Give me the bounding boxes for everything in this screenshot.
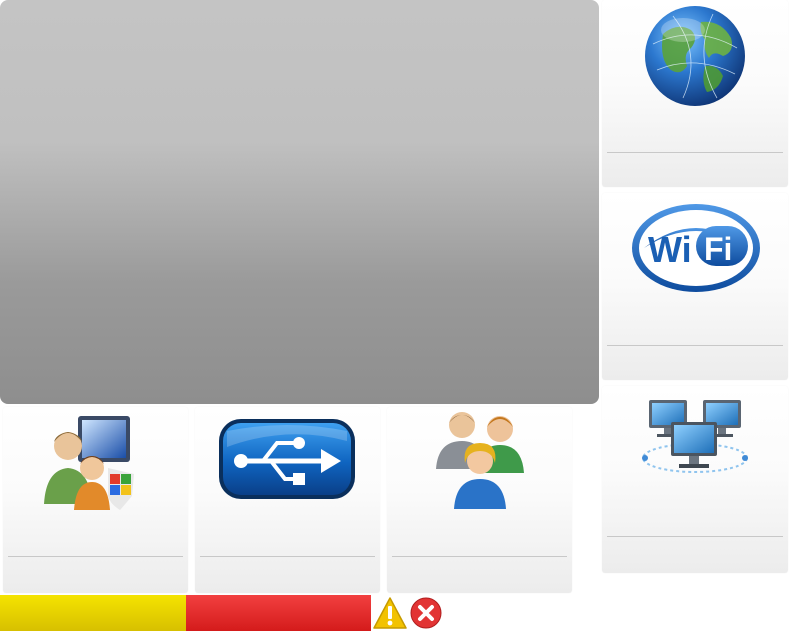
svg-text:Fi: Fi <box>704 231 732 267</box>
tile-wifi[interactable]: Wi Fi <box>602 193 788 380</box>
status-segment-red <box>186 595 371 631</box>
warning-icon <box>373 597 407 629</box>
svg-text:Wi: Wi <box>648 229 692 270</box>
tile-divider <box>607 345 783 346</box>
globe-icon <box>645 6 745 106</box>
tile-divider <box>8 556 183 557</box>
tile-usb[interactable] <box>195 407 380 593</box>
wifi-icon: Wi Fi <box>632 204 760 292</box>
main-content-panel <box>0 0 599 404</box>
status-segment-yellow <box>0 595 186 631</box>
users-icon <box>436 412 524 509</box>
tile-divider <box>200 556 375 557</box>
tile-divider <box>607 152 783 153</box>
error-icon <box>410 597 442 629</box>
usb-icon <box>219 419 355 499</box>
tile-divider <box>392 556 567 557</box>
tile-parental-controls[interactable] <box>3 407 188 593</box>
tile-users[interactable] <box>387 407 572 593</box>
tile-network[interactable] <box>602 386 788 573</box>
network-computers-icon <box>642 400 748 473</box>
status-bar <box>0 595 450 631</box>
tile-divider <box>607 536 783 537</box>
parental-controls-icon <box>44 416 134 510</box>
tile-internet[interactable] <box>602 0 788 187</box>
